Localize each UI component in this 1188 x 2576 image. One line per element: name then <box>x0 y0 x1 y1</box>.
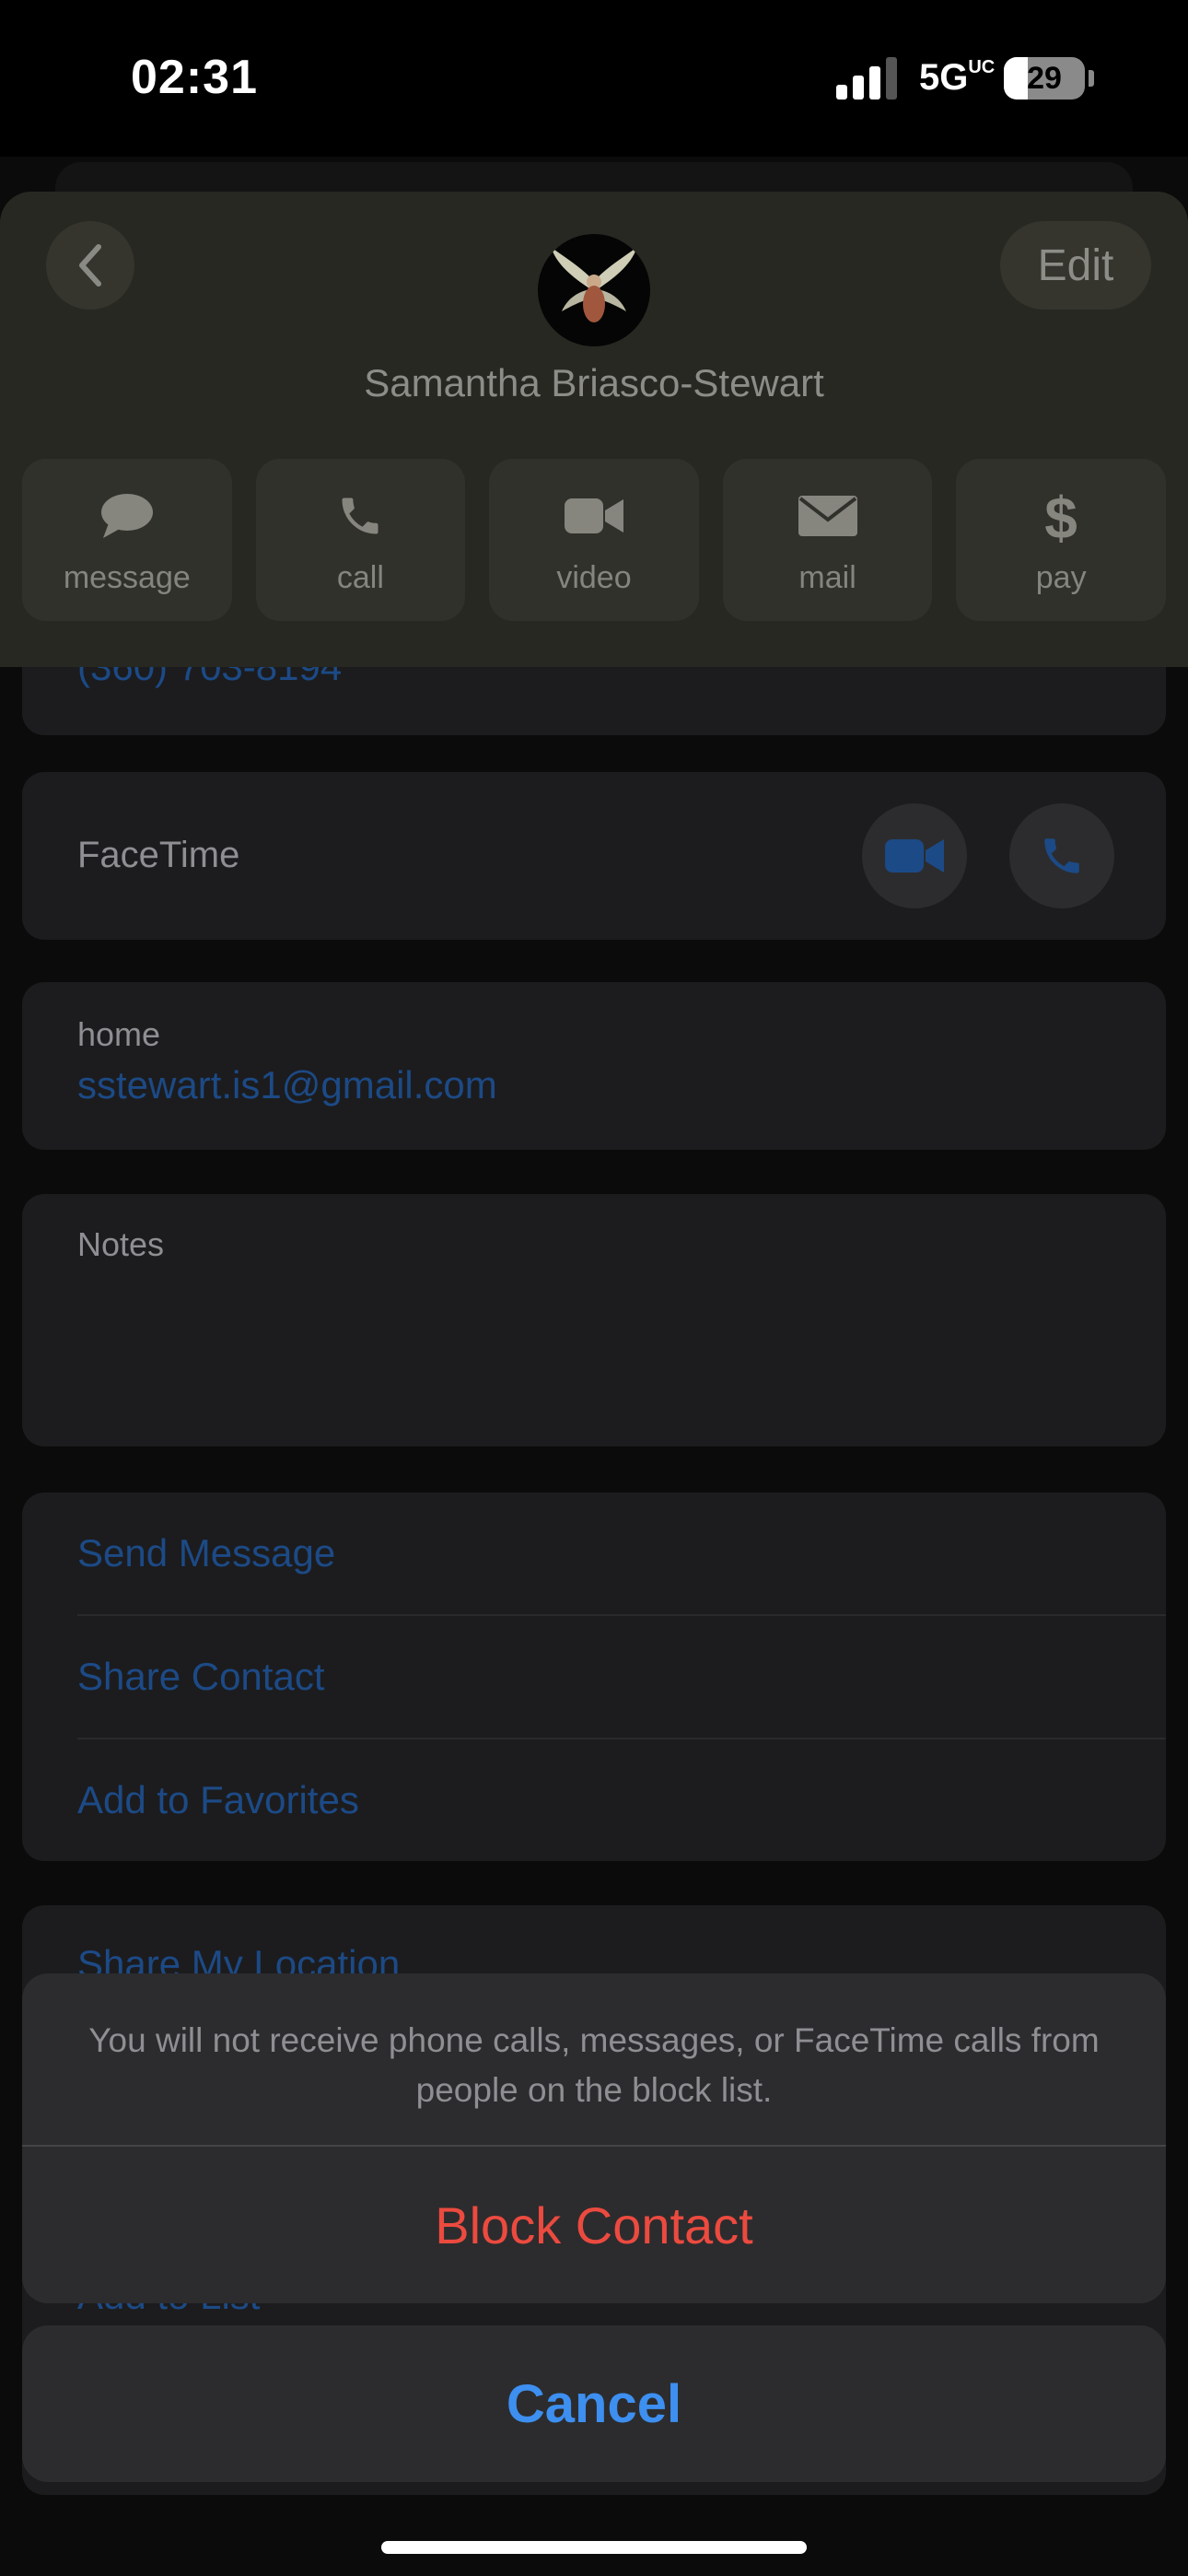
share-contact-row[interactable]: Share Contact <box>77 1616 1166 1739</box>
phone-icon <box>342 498 379 534</box>
message-action-label: message <box>63 560 191 595</box>
block-action-sheet: You will not receive phone calls, messag… <box>22 1973 1166 2303</box>
back-button[interactable] <box>46 221 134 310</box>
message-action-button[interactable]: message <box>22 459 232 621</box>
network-type: 5GUC <box>919 57 996 98</box>
phone-icon <box>1044 838 1079 873</box>
cellular-signal-icon <box>836 57 897 100</box>
facetime-video-button[interactable] <box>862 803 967 908</box>
envelope-icon <box>798 496 857 536</box>
status-time: 02:31 <box>131 51 258 104</box>
winged-figure-avatar-icon <box>551 247 637 322</box>
battery-icon: 29 <box>1004 57 1085 100</box>
facetime-audio-button[interactable] <box>1009 803 1114 908</box>
email-card[interactable]: home sstewart.is1@gmail.com <box>22 982 1166 1150</box>
call-action-label: call <box>336 560 384 595</box>
home-indicator[interactable] <box>381 2541 807 2554</box>
status-bar: 02:31 5GUC 29 <box>0 0 1188 157</box>
quick-actions: message call video mail $ pay <box>22 459 1166 621</box>
pay-action-label: pay <box>1035 560 1087 595</box>
add-to-favorites-row[interactable]: Add to Favorites <box>77 1739 1166 1861</box>
send-message-link[interactable]: Send Message <box>77 1531 335 1575</box>
add-to-favorites-link[interactable]: Add to Favorites <box>77 1778 359 1822</box>
send-message-row[interactable]: Send Message <box>77 1493 1166 1616</box>
svg-text:$: $ <box>1044 486 1077 545</box>
video-action-label: video <box>556 560 632 595</box>
facetime-label: FaceTime <box>77 835 240 875</box>
edit-button[interactable]: Edit <box>1000 221 1151 310</box>
video-camera-icon <box>564 498 623 533</box>
pay-action-button[interactable]: $ pay <box>956 459 1166 621</box>
mail-action-button[interactable]: mail <box>722 459 933 621</box>
email-address[interactable]: sstewart.is1@gmail.com <box>77 1063 497 1107</box>
battery-percent: 29 <box>1027 61 1062 96</box>
block-warning-message: You will not receive phone calls, messag… <box>88 2021 1100 2109</box>
battery-tip <box>1089 70 1094 87</box>
video-camera-icon <box>885 839 944 872</box>
video-action-button[interactable]: video <box>489 459 699 621</box>
cancel-button[interactable]: Cancel <box>22 2325 1166 2482</box>
dollar-icon: $ <box>1044 486 1077 545</box>
contact-name: Samantha Briasco-Stewart <box>364 361 824 404</box>
contact-header: Edit Samantha Briasco-Stewart message ca… <box>0 192 1188 667</box>
block-contact-button[interactable]: Block Contact <box>22 2147 1166 2303</box>
actions-list: Send Message Share Contact Add to Favori… <box>22 1493 1166 1861</box>
mail-action-label: mail <box>798 560 856 595</box>
chevron-left-icon <box>79 244 101 287</box>
avatar <box>538 234 650 346</box>
facetime-card: FaceTime <box>22 772 1166 940</box>
call-action-button[interactable]: call <box>255 459 466 621</box>
email-label: home <box>77 1015 161 1053</box>
message-bubble-icon <box>100 494 153 538</box>
notes-card[interactable]: Notes <box>22 1194 1166 1446</box>
share-contact-link[interactable]: Share Contact <box>77 1655 325 1699</box>
notes-label: Notes <box>77 1225 165 1263</box>
